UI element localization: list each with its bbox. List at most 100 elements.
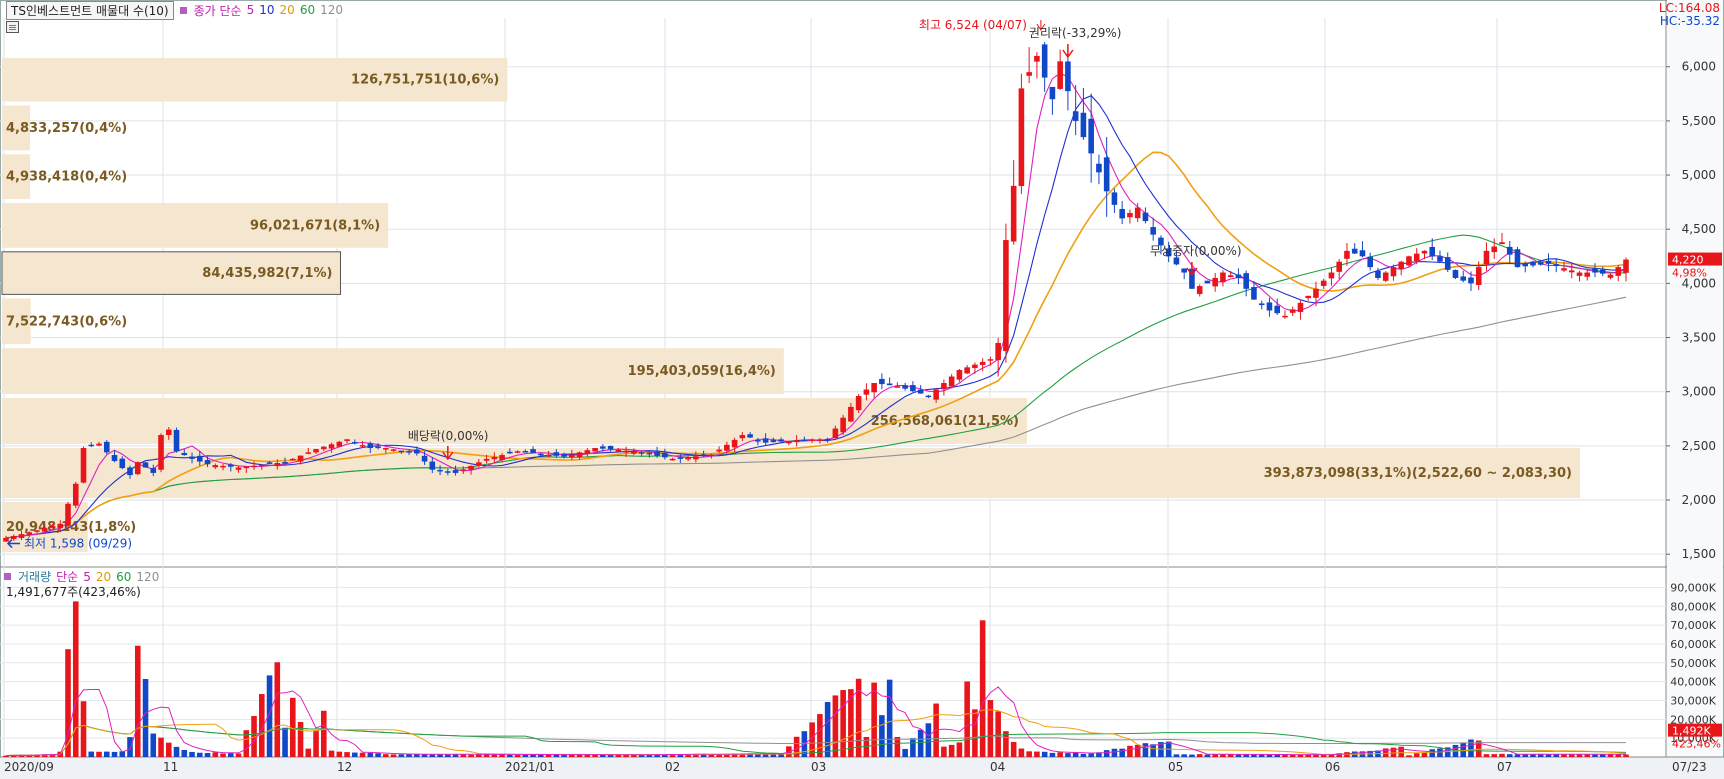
volume-bar <box>1398 746 1405 757</box>
volume-bar <box>227 753 234 757</box>
volume-bar <box>1468 739 1474 757</box>
candle-body <box>747 434 753 438</box>
candle-body <box>359 445 366 447</box>
candle-body <box>1553 264 1560 267</box>
candle-body <box>1576 272 1583 276</box>
candle-body <box>700 454 707 456</box>
candle-body <box>879 378 885 385</box>
stock-title[interactable]: TS인베스트먼트 매물대 수(10) <box>6 0 174 20</box>
volume-bar <box>886 679 893 757</box>
candle-body <box>1080 112 1087 138</box>
candle-body <box>344 439 350 441</box>
volume-bar <box>220 753 226 757</box>
candle-body <box>1561 268 1567 271</box>
volume-profile-label: 126,751,751(10,6%) <box>351 73 499 88</box>
price-volume-chart[interactable]: 20,948,143(1,8%) 393,873,098(33,1%)(2,522… <box>0 0 1724 779</box>
price-tick-label: 3,500 <box>1682 331 1716 345</box>
volume-bar <box>1181 754 1187 757</box>
current-volume-change-label: 423,46% <box>1672 738 1721 751</box>
volume-bar <box>553 754 560 757</box>
candle-body <box>80 448 87 483</box>
candle-body <box>941 383 947 390</box>
volume-profile-label: 256,568,061(21,5%) <box>871 414 1019 429</box>
candle-body <box>165 429 172 436</box>
volume-bar <box>910 738 916 757</box>
volume-info: 1,491,677주(423,46%) <box>6 585 141 599</box>
ma-legend: 종가 단순 5 10 20 60 120 <box>179 2 343 19</box>
price-panel-header: TS인베스트먼트 매물대 수(10) 종가 단순 5 10 20 60 120 <box>6 0 343 20</box>
volume-bar <box>522 754 529 757</box>
candle-body <box>398 450 405 453</box>
volume-bar <box>127 737 133 757</box>
candle-body <box>1607 274 1614 278</box>
volume-bar <box>1010 741 1017 757</box>
candle-body <box>1204 280 1211 284</box>
volume-bar <box>1429 749 1436 757</box>
candle-body <box>1212 277 1218 287</box>
volume-bar <box>1173 754 1180 757</box>
volume-bar <box>96 751 102 757</box>
volume-bar <box>545 754 552 757</box>
volume-bar <box>297 722 304 757</box>
volume-bar <box>1491 754 1498 757</box>
volume-bar <box>879 715 885 757</box>
candle-body <box>1421 250 1428 254</box>
price-tick-label: 6,000 <box>1682 60 1716 74</box>
x-tick-label: 03 <box>811 760 826 774</box>
volume-bar <box>902 748 908 757</box>
candle-body <box>119 458 126 469</box>
candle-body <box>468 465 474 470</box>
candle-body <box>1018 88 1025 187</box>
volume-bar <box>383 754 389 757</box>
candle-body <box>251 465 257 468</box>
volume-bar <box>1026 751 1032 757</box>
candle-body <box>227 464 234 467</box>
candle-body <box>1096 163 1102 173</box>
candle-body <box>235 467 242 470</box>
candle-body <box>328 444 335 449</box>
candle-body <box>569 454 575 458</box>
volume-bar <box>437 754 443 757</box>
volume-bar <box>569 754 575 757</box>
current-change-label: 4,98% <box>1672 267 1707 280</box>
candle-body <box>762 438 769 443</box>
lc-hc-readout: LC:164.08 HC:-35.32 <box>1659 2 1720 28</box>
candle-body <box>1041 44 1048 78</box>
volume-bar <box>1018 748 1025 757</box>
candle-body <box>1150 227 1156 235</box>
candle-body <box>1506 246 1513 255</box>
candle-body <box>297 455 304 462</box>
candle-body <box>96 443 102 446</box>
candle-body <box>1026 72 1032 76</box>
candle-body <box>1196 286 1203 294</box>
volume-bar <box>514 754 521 757</box>
volume-profile-layer: 20,948,143(1,8%) 393,873,098(33,1%)(2,522… <box>1 57 1580 553</box>
candle-body <box>274 463 281 467</box>
x-tick-label: 02 <box>665 760 680 774</box>
chart-settings-icon[interactable] <box>6 21 19 33</box>
candle-body <box>367 443 374 449</box>
candle-body <box>561 453 567 457</box>
candle-body <box>321 446 327 450</box>
volume-bar <box>189 751 195 757</box>
candle-body <box>964 367 970 374</box>
candle-body <box>1305 295 1311 299</box>
candle-body <box>383 448 389 450</box>
x-tick-label: 2020/09 <box>4 760 54 774</box>
candle-body <box>1266 302 1273 311</box>
candle-body <box>677 457 684 459</box>
volume-bar <box>1088 753 1094 757</box>
candle-body <box>1049 86 1056 100</box>
volume-bar <box>352 752 358 757</box>
candle-body <box>871 383 877 393</box>
candle-body <box>173 429 180 452</box>
candle-body <box>1615 267 1622 276</box>
candle-body <box>49 526 56 528</box>
candle-body <box>1568 270 1575 273</box>
volume-bar <box>103 751 110 757</box>
volume-bar <box>1251 754 1257 757</box>
volume-bar <box>445 754 451 757</box>
candle-body <box>266 462 273 464</box>
candle-body <box>592 448 598 452</box>
volume-bar <box>824 702 831 757</box>
